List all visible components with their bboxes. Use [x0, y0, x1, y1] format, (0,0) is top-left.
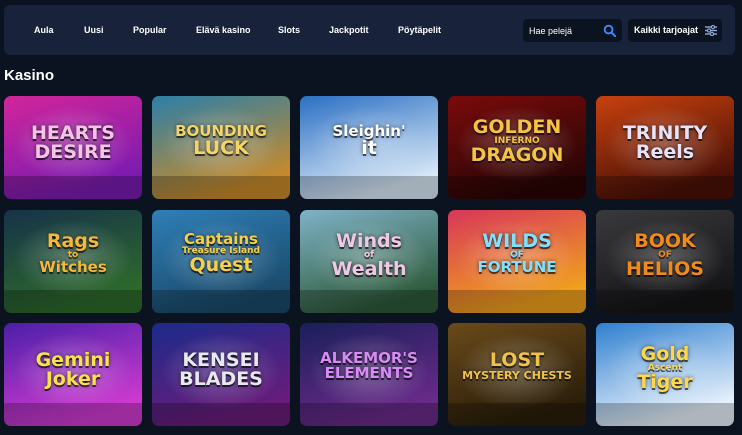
game-logo: ALKEMOR'S ELEMENTS	[300, 351, 438, 381]
top-nav-bar: Aula Uusi Popular Elävä kasino Slots Jac…	[4, 5, 735, 55]
game-title-line-2: MYSTERY CHESTS	[462, 369, 572, 382]
nav-item-uusi[interactable]: Uusi	[84, 5, 104, 55]
game-title-line-1: Captains	[184, 230, 258, 248]
game-title-line-1: Rags	[46, 230, 100, 252]
provider-filter-button[interactable]: Kaikki tarjoajat	[628, 19, 722, 42]
game-title-line-1: Winds	[336, 230, 402, 252]
game-title-line-1: Gold	[640, 343, 690, 365]
nav-item-live-casino[interactable]: Elävä kasino	[196, 5, 251, 55]
game-logo: Sleighin' it	[300, 124, 438, 158]
nav-item-table-games[interactable]: Pöytäpelit	[398, 5, 441, 55]
game-tile-alkemors-elements[interactable]: ALKEMOR'S ELEMENTS	[300, 323, 438, 426]
sliders-icon	[705, 25, 717, 36]
game-logo: Rags to Witches	[4, 232, 142, 275]
nav-item-slots[interactable]: Slots	[278, 5, 300, 55]
game-tile-sleighin-it[interactable]: Sleighin' it	[300, 96, 438, 199]
game-logo: Gemini Joker	[4, 351, 142, 389]
game-title-line-2: LUCK	[193, 137, 249, 159]
game-title-line-2: HELIOS	[626, 258, 704, 280]
game-title-line-2: ELEMENTS	[324, 364, 414, 382]
game-tile-lost-mystery-chests[interactable]: LOST MYSTERY CHESTS	[448, 323, 586, 426]
game-title-line-2: Witches	[39, 258, 107, 276]
game-title-line-2: FORTUNE	[477, 258, 557, 276]
game-title-line-2: Joker	[45, 368, 101, 390]
game-tile-golden-dragon-inferno[interactable]: GOLDEN INFERNO DRAGON	[448, 96, 586, 199]
game-title-line-2: Tiger	[637, 371, 693, 393]
game-logo: BOOK OF HELIOS	[596, 232, 734, 279]
game-logo: TRINITY Reels	[596, 124, 734, 162]
game-tile-wilds-of-fortune[interactable]: WILDS OF FORTUNE	[448, 210, 586, 313]
search-input[interactable]	[529, 19, 599, 42]
game-logo: GOLDEN INFERNO DRAGON	[448, 118, 586, 165]
nav-item-aula[interactable]: Aula	[34, 5, 54, 55]
game-logo: BOUNDING LUCK	[152, 124, 290, 158]
game-logo: HEARTS DESIRE	[4, 124, 142, 162]
game-tile-kensei-blades[interactable]: KENSEI BLADES	[152, 323, 290, 426]
game-tile-trinity-reels[interactable]: TRINITY Reels	[596, 96, 734, 199]
game-title-line-2: Wealth	[331, 258, 407, 280]
game-tile-rags-to-witches[interactable]: Rags to Witches	[4, 210, 142, 313]
game-tile-book-of-helios[interactable]: BOOK OF HELIOS	[596, 210, 734, 313]
game-tile-hearts-desire[interactable]: HEARTS DESIRE	[4, 96, 142, 199]
section-title: Kasino	[4, 67, 55, 84]
search-icon[interactable]	[603, 24, 616, 37]
game-tile-captains-quest[interactable]: Captains Treasure Island Quest	[152, 210, 290, 313]
nav-item-popular[interactable]: Popular	[133, 5, 167, 55]
game-title-line-2: it	[361, 137, 377, 159]
game-title-line-2: BLADES	[179, 368, 263, 390]
game-title-line-1: WILDS	[482, 230, 552, 252]
game-tile-bounding-luck[interactable]: BOUNDING LUCK	[152, 96, 290, 199]
game-tile-gold-tiger-ascent[interactable]: Gold Ascent Tiger	[596, 323, 734, 426]
game-logo: Gold Ascent Tiger	[596, 345, 734, 392]
game-logo: WILDS OF FORTUNE	[448, 232, 586, 275]
game-logo: Winds of Wealth	[300, 232, 438, 279]
nav-item-jackpots[interactable]: Jackpotit	[329, 5, 369, 55]
game-tile-gemini-joker[interactable]: Gemini Joker	[4, 323, 142, 426]
game-title-line-2: DRAGON	[470, 144, 564, 166]
provider-filter-label: Kaikki tarjoajat	[634, 25, 699, 35]
game-title-line-1: GOLDEN	[472, 116, 562, 138]
game-title-line-2: Reels	[635, 141, 695, 163]
game-logo: Captains Treasure Island Quest	[152, 232, 290, 275]
game-title-line-1: BOOK	[634, 230, 696, 252]
game-logo: KENSEI BLADES	[152, 351, 290, 389]
game-title-line-2: Quest	[189, 254, 253, 276]
game-logo: LOST MYSTERY CHESTS	[448, 349, 586, 382]
game-title-line-1: LOST	[489, 349, 545, 371]
game-tile-winds-of-wealth[interactable]: Winds of Wealth	[300, 210, 438, 313]
search-box	[523, 19, 622, 42]
game-title-line-2: DESIRE	[34, 141, 112, 163]
